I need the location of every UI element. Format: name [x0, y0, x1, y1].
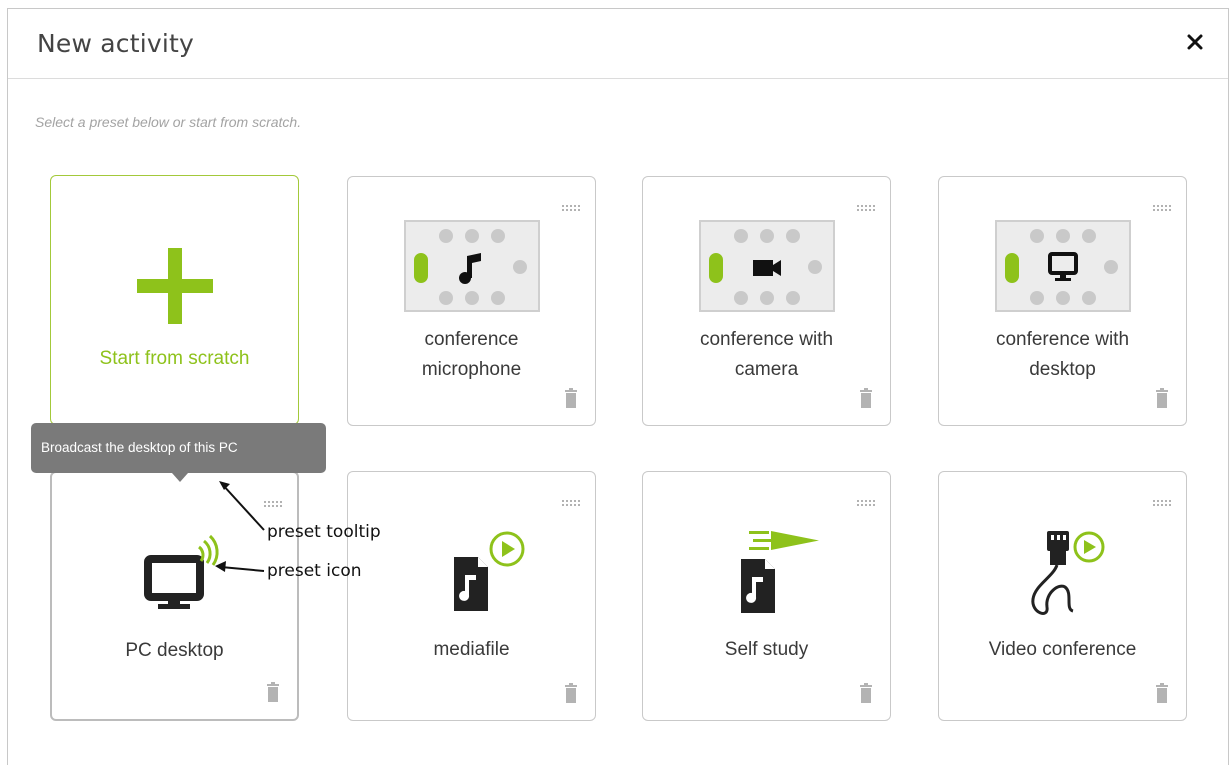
annotation-preset-icon: preset icon [267, 561, 362, 581]
annotation-preset-tooltip: preset tooltip [267, 522, 381, 542]
annotation-arrows [215, 481, 265, 572]
